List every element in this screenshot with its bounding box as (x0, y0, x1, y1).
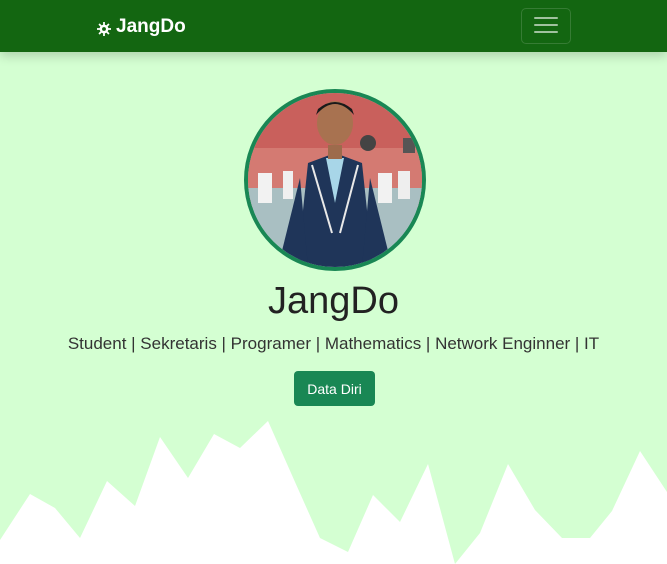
hero-subtitle: Student | Sekretaris | Programer | Mathe… (67, 334, 600, 353)
brand-label: JangDo (116, 16, 186, 37)
top-navbar: JangDo (0, 0, 667, 52)
navbar-toggler-button[interactable] (521, 8, 571, 44)
hero-section: JangDo Student | Sekretaris | Programer … (0, 52, 667, 564)
gear-icon (97, 20, 111, 36)
hamburger-menu-icon (534, 15, 558, 38)
brand-link[interactable]: JangDo (97, 13, 186, 41)
hero-title: JangDo (268, 280, 399, 322)
profile-avatar (244, 89, 426, 271)
data-diri-button[interactable]: Data Diri (294, 371, 375, 406)
